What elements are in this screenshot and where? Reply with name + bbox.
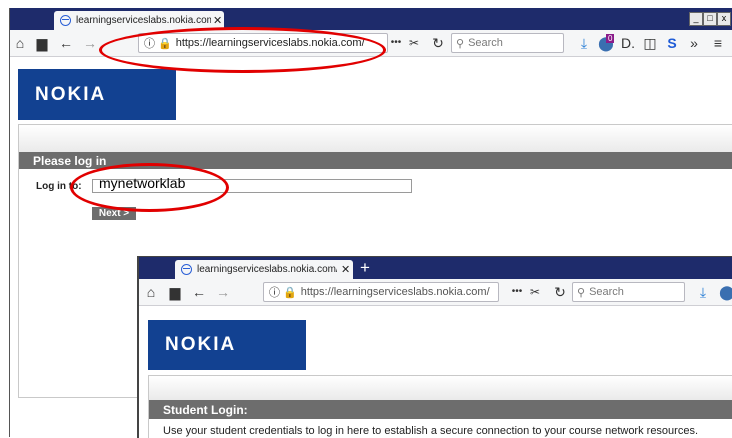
extension-badge: 0 xyxy=(606,34,615,43)
page-actions-icon[interactable]: ••• xyxy=(386,34,406,52)
front-header-gradient xyxy=(149,376,732,400)
search-icon: ⚲ xyxy=(577,286,586,299)
globe-icon xyxy=(60,15,71,26)
download-icon[interactable]: ⤓ xyxy=(695,283,711,301)
close-tab-icon[interactable]: ✕ xyxy=(341,263,350,276)
sidebar-icon[interactable]: ◫ xyxy=(642,34,658,52)
back-logo-text: NOKIA xyxy=(35,83,107,105)
minimize-button[interactable]: _ xyxy=(689,12,703,26)
front-tab[interactable]: learningserviceslabs.nokia.com/... ✕ xyxy=(175,260,353,279)
back-icon[interactable]: ← xyxy=(58,34,74,52)
front-description: Use your student credentials to log in h… xyxy=(163,425,699,437)
front-url-text: https://learningserviceslabs.nokia.com/ xyxy=(300,286,490,298)
reader-icon[interactable]: ✂ xyxy=(527,283,543,301)
back-icon[interactable]: ← xyxy=(191,283,207,301)
back-search-placeholder: Search xyxy=(468,37,503,49)
front-login-panel: Student Login: Use your student credenti… xyxy=(148,375,732,438)
front-search-input[interactable]: ⚲ Search xyxy=(572,282,685,302)
overflow-icon[interactable]: » xyxy=(686,34,702,52)
front-search-placeholder: Search xyxy=(589,286,624,298)
reader-icon[interactable]: ✂ xyxy=(406,34,422,52)
forward-icon[interactable]: → xyxy=(215,283,231,301)
front-browser-window: learningserviceslabs.nokia.com/... ✕ + ⌂… xyxy=(137,256,732,438)
new-tab-button[interactable]: + xyxy=(360,258,370,278)
url-annotation-circle xyxy=(99,27,386,73)
search-icon: ⚲ xyxy=(456,37,465,50)
front-nokia-logo: NOKIA xyxy=(148,320,306,370)
page-actions-icon[interactable]: ••• xyxy=(507,283,527,301)
lock-icon: 🔒 xyxy=(283,286,297,299)
download-icon[interactable]: ⤓ xyxy=(576,34,592,52)
maximize-button[interactable]: □ xyxy=(703,12,717,26)
front-titlebar: learningserviceslabs.nokia.com/... ✕ + xyxy=(139,257,732,279)
back-section-title: Please log in xyxy=(33,153,107,168)
reload-icon[interactable]: ↻ xyxy=(552,283,568,301)
back-header-gradient xyxy=(19,125,732,152)
back-titlebar: learningserviceslabs.nokia.com/... ✕ _ □… xyxy=(10,8,732,30)
forward-icon[interactable]: → xyxy=(82,34,98,52)
login-annotation-circle xyxy=(70,163,229,212)
reload-icon[interactable]: ↻ xyxy=(430,34,446,52)
sync-icon[interactable]: S xyxy=(664,34,680,52)
info-icon[interactable]: ⓘ xyxy=(269,284,280,300)
home-icon[interactable]: ⌂ xyxy=(12,34,28,52)
close-window-button[interactable]: x xyxy=(717,12,731,26)
front-url-bar[interactable]: ⓘ 🔒 https://learningserviceslabs.nokia.c… xyxy=(263,282,499,302)
print-icon[interactable]: ▆ xyxy=(34,34,50,52)
front-logo-text: NOKIA xyxy=(165,334,237,355)
globe-icon xyxy=(181,264,192,275)
front-tab-title: learningserviceslabs.nokia.com/... xyxy=(197,264,337,275)
front-section-bar: Student Login: xyxy=(149,400,732,419)
menu-icon[interactable]: ≡ xyxy=(710,34,726,52)
back-nokia-logo: NOKIA xyxy=(18,69,176,120)
front-toolbar: ⌂ ▆ ← → ⓘ 🔒 https://learningserviceslabs… xyxy=(139,279,732,306)
back-tab-title: learningserviceslabs.nokia.com/... xyxy=(76,15,211,26)
pocket-icon[interactable]: D. xyxy=(620,34,636,52)
home-icon[interactable]: ⌂ xyxy=(143,283,159,301)
close-tab-icon[interactable]: ✕ xyxy=(213,14,222,27)
print-icon[interactable]: ▆ xyxy=(167,283,183,301)
front-section-title: Student Login: xyxy=(163,402,248,417)
back-search-input[interactable]: ⚲ Search xyxy=(451,33,564,53)
extension-icon[interactable]: ⬤ xyxy=(719,283,732,301)
